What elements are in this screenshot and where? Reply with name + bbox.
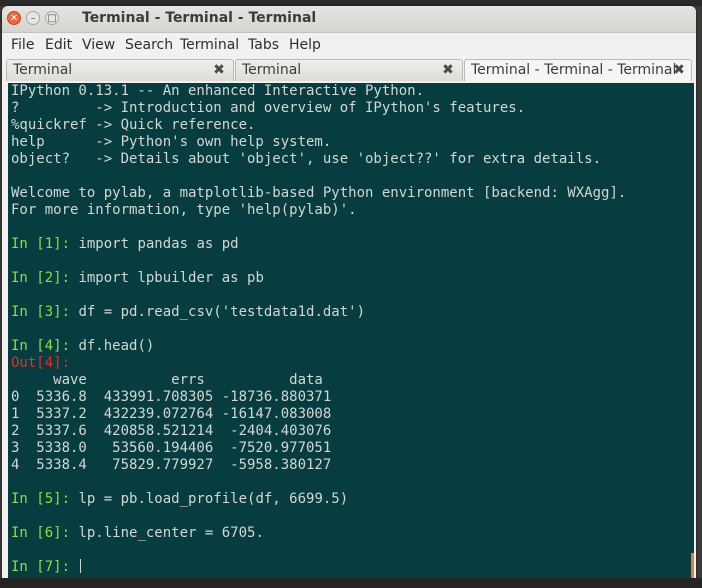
banner-line: help -> Python's own help system. — [11, 134, 332, 150]
menu-search[interactable]: Search — [125, 37, 173, 53]
input-code: df = pd.read_csv('testdata1d.dat') — [70, 304, 366, 320]
input-cell-4: In [4]: df.head() — [11, 338, 154, 355]
maximize-window-button[interactable]: □ — [45, 11, 59, 25]
input-prompt: In [7]: — [11, 559, 71, 575]
menu-bar: File Edit View Search Terminal Tabs Help — [2, 33, 696, 57]
input-cell-5: In [5]: lp = pb.load_profile(df, 6699.5) — [11, 491, 348, 508]
input-prompt: In [5]: — [11, 491, 71, 507]
title-bar[interactable]: ✕ – □ Terminal - Terminal - Terminal — [2, 6, 696, 33]
menu-tabs[interactable]: Tabs — [248, 37, 279, 53]
close-window-button[interactable]: ✕ — [7, 11, 21, 25]
input-code: lp.line_center = 6705. — [70, 525, 264, 541]
tab-label: Terminal — [242, 62, 302, 78]
input-code: import lpbuilder as pb — [70, 270, 264, 286]
banner-line: object? -> Details about 'object', use '… — [11, 151, 602, 167]
tab-bar: Terminal ✖ Terminal ✖ Terminal - Termina… — [2, 57, 696, 83]
welcome-line: Welcome to pylab, a matplotlib-based Pyt… — [11, 185, 627, 201]
input-code — [70, 559, 78, 575]
table-row: 3 5338.0 53560.194406 -7520.977051 — [11, 440, 332, 456]
input-cell-3: In [3]: df = pd.read_csv('testdata1d.dat… — [11, 304, 365, 321]
tab-terminal-3-active[interactable]: Terminal - Terminal - Terminal ✖ — [464, 59, 692, 81]
input-cell-1: In [1]: import pandas as pd — [11, 236, 239, 253]
terminal-output[interactable]: IPython 0.13.1 -- An enhanced Interactiv… — [8, 83, 694, 584]
input-prompt: In [4]: — [11, 338, 71, 354]
desktop-background-bottom — [0, 578, 702, 588]
output-prompt-4: Out[4]: — [11, 355, 71, 371]
table-row: 0 5336.8 433991.708305 -18736.880371 — [11, 389, 332, 405]
table-row: 2 5337.6 420858.521214 -2404.403076 — [11, 423, 332, 439]
tab-close-icon[interactable]: ✖ — [671, 61, 687, 79]
menu-file[interactable]: File — [11, 37, 34, 53]
banner-line: ? -> Introduction and overview of IPytho… — [11, 100, 526, 116]
input-prompt: In [3]: — [11, 304, 71, 320]
tab-close-icon[interactable]: ✖ — [440, 61, 456, 79]
tab-terminal-2[interactable]: Terminal ✖ — [235, 59, 463, 81]
menu-edit[interactable]: Edit — [45, 37, 72, 53]
table-header: wave errs data — [11, 372, 323, 388]
table-row: 1 5337.2 432239.072764 -16147.083008 — [11, 406, 332, 422]
text-cursor — [80, 559, 82, 573]
tab-terminal-1[interactable]: Terminal ✖ — [6, 59, 234, 81]
menu-terminal[interactable]: Terminal — [180, 37, 239, 53]
input-code: import pandas as pd — [70, 236, 239, 252]
input-code: lp = pb.load_profile(df, 6699.5) — [70, 491, 349, 507]
input-prompt: In [6]: — [11, 525, 71, 541]
menu-help[interactable]: Help — [289, 37, 321, 53]
welcome-line: For more information, type 'help(pylab)'… — [11, 202, 357, 218]
window-title: Terminal - Terminal - Terminal — [82, 10, 317, 26]
tab-label: Terminal - Terminal - Terminal — [471, 62, 677, 78]
tab-close-icon[interactable]: ✖ — [211, 61, 227, 79]
menu-view[interactable]: View — [82, 37, 115, 53]
minimize-window-button[interactable]: – — [26, 11, 40, 25]
input-cell-6: In [6]: lp.line_center = 6705. — [11, 525, 264, 542]
input-prompt: In [2]: — [11, 270, 71, 286]
input-cell-7[interactable]: In [7]: — [11, 559, 82, 576]
banner-line: IPython 0.13.1 -- An enhanced Interactiv… — [11, 83, 425, 99]
input-cell-2: In [2]: import lpbuilder as pb — [11, 270, 264, 287]
input-prompt: In [1]: — [11, 236, 71, 252]
tab-label: Terminal — [13, 62, 73, 78]
terminal-window: ✕ – □ Terminal - Terminal - Terminal Fil… — [2, 6, 696, 584]
table-row: 4 5338.4 75829.779927 -5958.380127 — [11, 457, 332, 473]
banner-line: %quickref -> Quick reference. — [11, 117, 256, 133]
input-code: df.head() — [70, 338, 155, 354]
